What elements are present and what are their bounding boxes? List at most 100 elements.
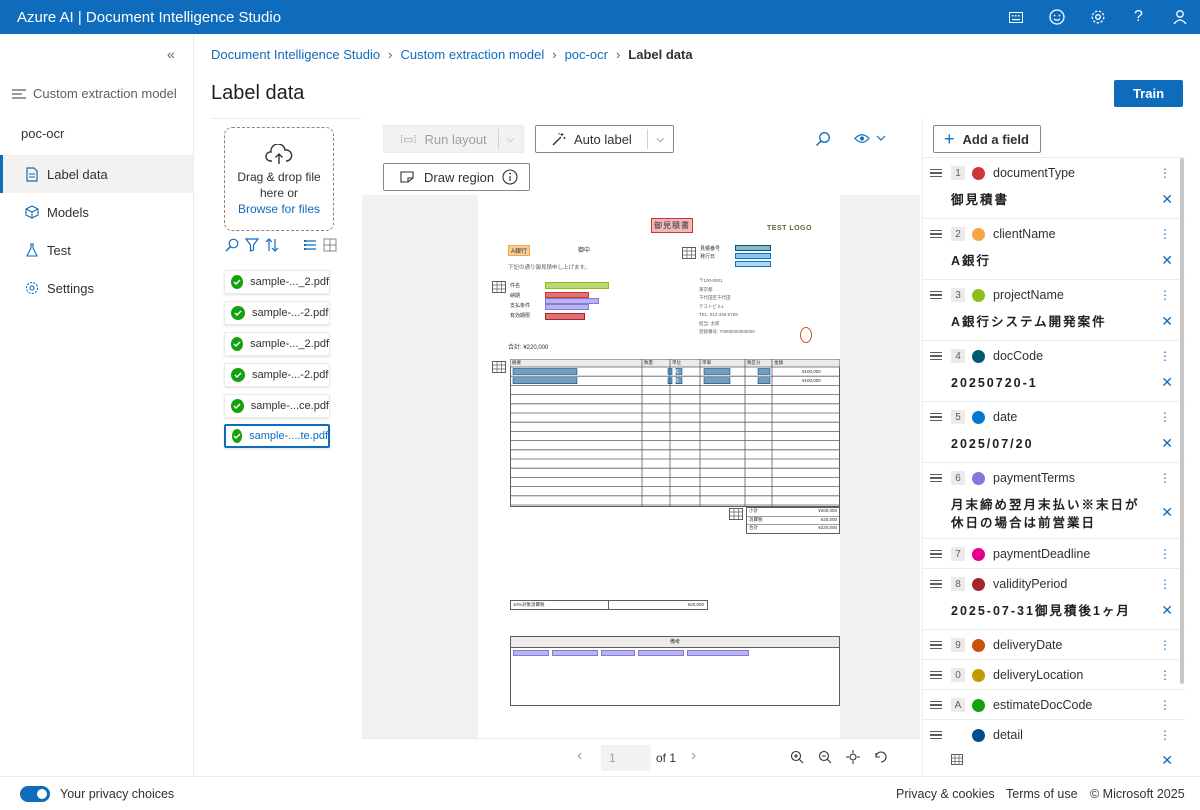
keyboard-icon[interactable] <box>995 0 1036 34</box>
run-layout-button[interactable]: ⁞▭⁞ Run layout ⌵ <box>383 125 524 153</box>
filter-icon[interactable] <box>245 238 259 252</box>
feedback-smiley-icon[interactable] <box>1036 0 1077 34</box>
labeled-region-date[interactable] <box>735 261 771 267</box>
labeled-region-document-type[interactable]: 御見積書 <box>651 218 693 233</box>
file-item[interactable]: sample-..._2.pdf <box>224 332 330 356</box>
field-row-validityPeriod[interactable]: 8 validityPeriod ⋮ 2025-07-31御見積後1ヶ月 ✕ <box>923 568 1185 629</box>
drag-handle-icon[interactable] <box>930 549 942 559</box>
draw-region-button[interactable]: Draw region <box>383 163 530 191</box>
sidebar-section[interactable]: Custom extraction model <box>12 86 177 101</box>
field-row-deliveryDate[interactable]: 9 deliveryDate ⋮ <box>923 629 1185 659</box>
clear-value-icon[interactable]: ✕ <box>1161 191 1173 208</box>
search-icon[interactable] <box>225 238 239 252</box>
info-icon[interactable] <box>502 169 518 185</box>
file-item[interactable]: sample-..._2.pdf <box>224 270 330 294</box>
list-view-icon[interactable] <box>303 238 317 252</box>
account-icon[interactable] <box>1159 0 1200 34</box>
page-number-input[interactable]: 1 <box>601 745 651 771</box>
file-item[interactable]: sample-...ce.pdf <box>224 394 330 418</box>
file-item[interactable]: sample-...-2.pdf <box>224 363 330 387</box>
field-row-deliveryLocation[interactable]: 0 deliveryLocation ⋮ <box>923 659 1185 689</box>
drag-handle-icon[interactable] <box>930 229 942 239</box>
more-options-icon[interactable]: ⋮ <box>1159 227 1171 241</box>
sidebar-item-models[interactable]: Models <box>0 193 193 231</box>
more-options-icon[interactable]: ⋮ <box>1159 349 1171 363</box>
chevron-left-icon[interactable]: ‹ <box>577 747 582 765</box>
field-row-clientName[interactable]: 2 clientName ⋮ A銀行 ✕ <box>923 218 1185 279</box>
clear-value-icon[interactable]: ✕ <box>1161 435 1173 452</box>
table-icon[interactable] <box>682 247 696 259</box>
clear-value-icon[interactable]: ✕ <box>1161 374 1173 391</box>
drag-handle-icon[interactable] <box>930 412 942 422</box>
clear-value-icon[interactable]: ✕ <box>1161 752 1173 769</box>
field-row-paymentTerms[interactable]: 6 paymentTerms ⋮ 月末締め翌月末払い※末日が休日の場合は前営業日 ✕ <box>923 462 1185 538</box>
more-options-icon[interactable]: ⋮ <box>1159 668 1171 682</box>
grid-view-icon[interactable] <box>323 238 337 252</box>
labeled-region-date[interactable] <box>735 253 771 259</box>
collapse-icon[interactable]: « <box>167 46 175 62</box>
table-icon[interactable] <box>492 281 506 293</box>
drag-handle-icon[interactable] <box>930 290 942 300</box>
file-item-selected[interactable]: sample-....te.pdf <box>224 424 330 448</box>
field-row-estimateDocCode[interactable]: AestimateDocCode ⋮ <box>923 689 1185 719</box>
more-options-icon[interactable]: ⋮ <box>1159 410 1171 424</box>
breadcrumb-item[interactable]: Document Intelligence Studio <box>211 47 380 62</box>
more-options-icon[interactable]: ⋮ <box>1159 166 1171 180</box>
browse-files-link[interactable]: Browse for files <box>225 201 333 217</box>
more-options-icon[interactable]: ⋮ <box>1159 577 1171 591</box>
clear-value-icon[interactable]: ✕ <box>1161 504 1173 521</box>
more-options-icon[interactable]: ⋮ <box>1159 547 1171 561</box>
train-button[interactable]: Train <box>1114 80 1183 107</box>
privacy-choices-link[interactable]: Your privacy choices <box>60 787 174 801</box>
sidebar-item-test[interactable]: Test <box>0 231 193 269</box>
breadcrumb-item[interactable]: poc-ocr <box>565 47 608 62</box>
more-options-icon[interactable]: ⋮ <box>1159 698 1171 712</box>
chevron-down-icon[interactable] <box>876 135 886 142</box>
document-canvas[interactable]: 御見積書 TEST LOGO A銀行 御中 下記の通り御見積申し上げます。 見積… <box>362 195 920 738</box>
drag-handle-icon[interactable] <box>930 168 942 178</box>
drag-handle-icon[interactable] <box>930 473 942 483</box>
drag-handle-icon[interactable] <box>930 670 942 680</box>
clear-value-icon[interactable]: ✕ <box>1161 313 1173 330</box>
more-options-icon[interactable]: ⋮ <box>1159 638 1171 652</box>
drag-handle-icon[interactable] <box>930 700 942 710</box>
labeled-region-validity-period[interactable] <box>545 313 585 320</box>
file-dropzone[interactable]: Drag & drop file here or Browse for file… <box>224 127 334 231</box>
table-icon[interactable] <box>951 754 963 765</box>
add-field-button[interactable]: + Add a field <box>933 125 1041 153</box>
sort-icon[interactable] <box>265 238 279 252</box>
labeled-region-project-name[interactable] <box>545 282 609 289</box>
doc-line-items-table[interactable]: 摘要 数量 単位 単価 税区分 金額 1 式 ¥100,000 1 式 ¥100,000 <box>510 359 840 507</box>
labeled-region-payment-terms[interactable] <box>545 304 589 310</box>
more-options-icon[interactable]: ⋮ <box>1159 728 1171 742</box>
zoom-in-icon[interactable] <box>790 750 804 764</box>
field-row-documentType[interactable]: 1 documentType ⋮ 御見積書 ✕ <box>923 157 1185 218</box>
field-row-projectName[interactable]: 3 projectName ⋮ A銀行システム開発案件 ✕ <box>923 279 1185 340</box>
more-options-icon[interactable]: ⋮ <box>1159 471 1171 485</box>
search-icon[interactable] <box>815 131 831 147</box>
chevron-down-icon[interactable]: ⌵ <box>506 134 514 145</box>
fields-scrollbar[interactable] <box>1180 158 1184 684</box>
gear-icon[interactable] <box>1077 0 1118 34</box>
privacy-cookies-link[interactable]: Privacy & cookies <box>896 787 995 801</box>
drag-handle-icon[interactable] <box>930 579 942 589</box>
field-row-paymentDeadline[interactable]: 7 paymentDeadline ⋮ <box>923 538 1185 568</box>
auto-label-button[interactable]: Auto label ⌵ <box>535 125 674 153</box>
labeled-region-client-name[interactable]: A銀行 <box>508 245 531 256</box>
drag-handle-icon[interactable] <box>930 640 942 650</box>
help-icon[interactable]: ? <box>1118 0 1159 34</box>
more-options-icon[interactable]: ⋮ <box>1159 288 1171 302</box>
file-item[interactable]: sample-...-2.pdf <box>224 301 330 325</box>
field-row-detail[interactable]: detail ⋮ ✕ <box>923 719 1185 777</box>
fit-to-page-icon[interactable] <box>846 750 860 764</box>
clear-value-icon[interactable]: ✕ <box>1161 602 1173 619</box>
labeled-region-doc-code[interactable] <box>735 245 771 251</box>
eye-icon[interactable] <box>854 133 870 144</box>
sidebar-item-label-data[interactable]: Label data <box>0 155 193 193</box>
table-icon[interactable] <box>492 361 506 373</box>
breadcrumb-item[interactable]: Custom extraction model <box>400 47 544 62</box>
field-row-docCode[interactable]: 4 docCode ⋮ 20250720-1 ✕ <box>923 340 1185 401</box>
drag-handle-icon[interactable] <box>930 351 942 361</box>
rotate-icon[interactable] <box>874 750 888 764</box>
field-row-date[interactable]: 5 date ⋮ 2025/07/20 ✕ <box>923 401 1185 462</box>
